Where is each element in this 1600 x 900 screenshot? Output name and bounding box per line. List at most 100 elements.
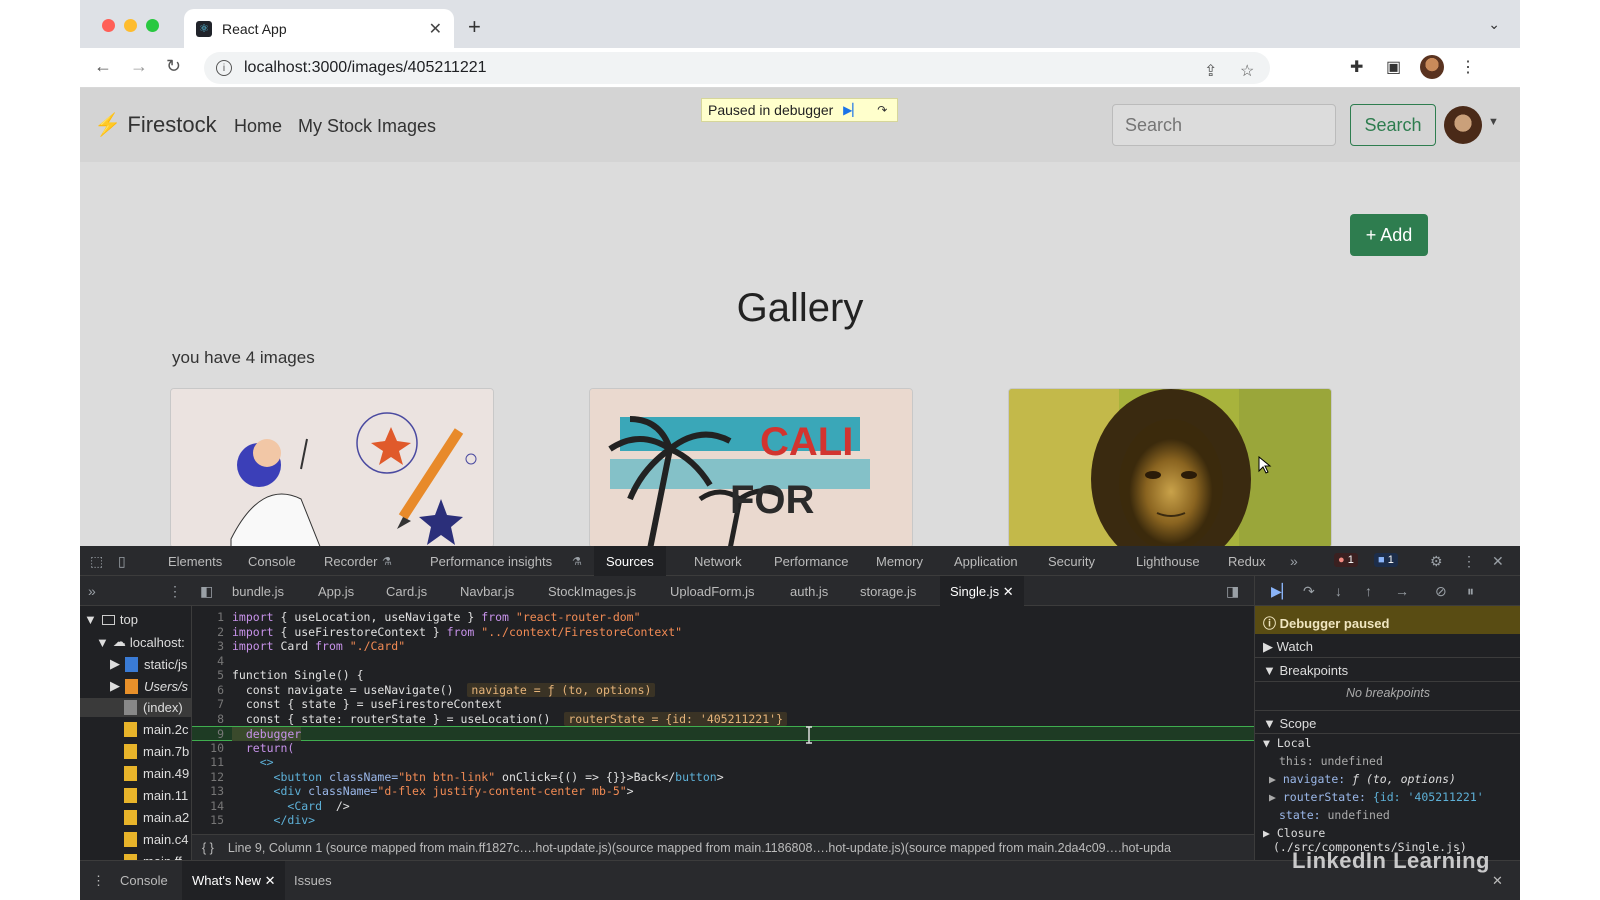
browser-tab[interactable]: ⚛ React App ✕ [184, 9, 454, 48]
file-tab[interactable]: UploadForm.js [670, 584, 755, 599]
zoom-window-button[interactable] [146, 19, 159, 32]
tree-item[interactable]: main.49 [124, 766, 189, 781]
drawer-tab-issues[interactable]: Issues [294, 873, 332, 888]
reload-icon[interactable]: ↻ [166, 56, 181, 77]
tab-network[interactable]: Network [694, 554, 742, 569]
image-card[interactable] [1008, 388, 1332, 546]
message-count-badge[interactable]: ■ 1 [1374, 553, 1398, 567]
watch-section[interactable]: ▶ Watch [1255, 634, 1520, 658]
profile-avatar[interactable] [1420, 55, 1444, 79]
file-tab[interactable]: bundle.js [232, 584, 284, 599]
scope-var[interactable]: ▶ navigate: ƒ (to, options) [1269, 772, 1456, 786]
user-avatar[interactable] [1444, 106, 1482, 144]
step-out-icon[interactable]: ↑ [1365, 583, 1372, 599]
tree-item[interactable]: main.c4 [124, 832, 189, 847]
code-editor[interactable]: 1 import { useLocation, useNavigate } fro… [192, 606, 1254, 834]
brand[interactable]: ⚡ Firestock [94, 112, 217, 138]
file-tab[interactable]: Navbar.js [460, 584, 514, 599]
resume-icon[interactable]: ▶▏ [841, 101, 863, 119]
pause-on-exceptions-icon[interactable]: ⏸ [1467, 583, 1474, 600]
tree-item[interactable]: main.11 [124, 788, 188, 803]
close-icon[interactable]: ✕ [265, 873, 276, 888]
tab-performance[interactable]: Performance [774, 554, 848, 569]
deactivate-breakpoints-icon[interactable]: ⊘ [1435, 583, 1447, 600]
show-navigator-icon[interactable]: » [88, 583, 96, 599]
tab-security[interactable]: Security [1048, 554, 1095, 569]
tree-item[interactable]: ▶ static/js [110, 656, 187, 672]
navigator-menu-icon[interactable]: ⋮ [168, 583, 182, 600]
step-into-icon[interactable]: ↓ [1335, 583, 1342, 599]
new-tab-button[interactable]: + [468, 14, 481, 40]
tab-sources[interactable]: Sources [594, 546, 666, 576]
search-button[interactable]: Search [1350, 104, 1436, 146]
scope-local[interactable]: ▼ Local [1263, 736, 1311, 750]
error-count-badge[interactable]: ● 1 [1334, 553, 1358, 567]
inspect-element-icon[interactable]: ⬚ [90, 553, 103, 570]
step-over-icon[interactable]: ↷ [1303, 583, 1315, 600]
pretty-print-icon[interactable]: { } [202, 841, 214, 855]
tab-application[interactable]: Application [954, 554, 1018, 569]
scope-closure[interactable]: ▶ Closure [1263, 826, 1325, 840]
resume-icon[interactable]: ▶▏ [1271, 583, 1293, 600]
toggle-debugger-icon[interactable]: ◨ [1226, 583, 1239, 600]
scope-section[interactable]: ▼ Scope [1255, 710, 1520, 734]
kebab-menu-icon[interactable]: ⋮ [1462, 553, 1476, 570]
file-tab[interactable]: Card.js [386, 584, 427, 599]
step-icon[interactable]: → [1395, 583, 1409, 599]
more-tabs-icon[interactable]: » [1290, 553, 1298, 569]
close-window-button[interactable] [102, 19, 115, 32]
tree-item[interactable]: ▶ Users/s [110, 678, 188, 694]
nav-home-link[interactable]: Home [234, 116, 282, 137]
drawer-menu-icon[interactable]: ⋮ [92, 873, 105, 889]
sidepanel-icon[interactable]: ▣ [1386, 57, 1401, 77]
close-file-icon[interactable]: ✕ [1003, 584, 1014, 599]
scope-var[interactable]: ▶ routerState: {id: '405211221' [1269, 790, 1484, 804]
tab-lighthouse[interactable]: Lighthouse [1136, 554, 1200, 569]
tab-memory[interactable]: Memory [876, 554, 923, 569]
file-tab[interactable]: App.js [318, 584, 354, 599]
add-button[interactable]: + Add [1350, 214, 1428, 256]
toggle-sidebar-icon[interactable]: ◧ [200, 583, 213, 600]
tree-item[interactable]: ▼ ☁ localhost: [96, 634, 185, 650]
file-tab[interactable]: auth.js [790, 584, 828, 599]
forward-icon[interactable]: → [130, 56, 148, 77]
menu-icon[interactable]: ⋮ [1460, 57, 1476, 77]
close-icon[interactable]: ✕ [1492, 553, 1504, 570]
info-icon[interactable]: i [216, 60, 232, 76]
image-card[interactable] [170, 388, 494, 546]
file-tab-active[interactable]: Single.js ✕ [940, 576, 1024, 606]
tree-item[interactable]: main.7b [124, 744, 189, 759]
file-tab[interactable]: storage.js [860, 584, 916, 599]
close-drawer-icon[interactable]: ✕ [1492, 873, 1503, 889]
debugger-controls: ▶▏ ↷ ↓ ↑ → ⊘ ⏸ [1255, 576, 1520, 606]
step-over-icon[interactable]: ↷ [871, 101, 893, 119]
tab-redux[interactable]: Redux [1228, 554, 1266, 569]
search-input[interactable] [1112, 104, 1336, 146]
tab-console[interactable]: Console [248, 554, 296, 569]
tab-elements[interactable]: Elements [168, 554, 222, 569]
breakpoints-section[interactable]: ▼ Breakpoints [1255, 658, 1520, 682]
address-bar[interactable]: i localhost:3000/images/405211221 ⇪ ☆ [204, 52, 1270, 84]
tree-item-selected[interactable]: (index) [80, 698, 191, 717]
star-icon[interactable]: ☆ [1240, 61, 1254, 81]
close-tab-icon[interactable]: ✕ [429, 19, 442, 39]
image-card[interactable]: CALI FOR [589, 388, 913, 546]
tab-recorder[interactable]: Recorder [324, 554, 377, 569]
gear-icon[interactable]: ⚙ [1430, 553, 1443, 570]
tab-performance-insights[interactable]: Performance insights [430, 554, 552, 569]
share-icon[interactable]: ⇪ [1204, 61, 1217, 81]
minimize-window-button[interactable] [124, 19, 137, 32]
nav-my-stock-images-link[interactable]: My Stock Images [298, 116, 436, 137]
extensions-icon[interactable]: ✚ [1350, 57, 1363, 77]
tree-item[interactable]: main.a2 [124, 810, 189, 825]
file-tab[interactable]: StockImages.js [548, 584, 636, 599]
drawer-tab-console[interactable]: Console [120, 873, 168, 888]
chevron-down-icon[interactable]: ⌄ [1488, 16, 1500, 33]
drawer-tab-whats-new[interactable]: What's New ✕ [182, 861, 286, 900]
back-icon[interactable]: ← [94, 56, 112, 77]
file-icon [124, 832, 137, 847]
device-toolbar-icon[interactable]: ▯ [118, 553, 126, 570]
tree-item[interactable]: ▼ top [84, 612, 138, 627]
tree-item[interactable]: main.2c [124, 722, 189, 737]
caret-down-icon[interactable]: ▼ [1488, 116, 1499, 128]
